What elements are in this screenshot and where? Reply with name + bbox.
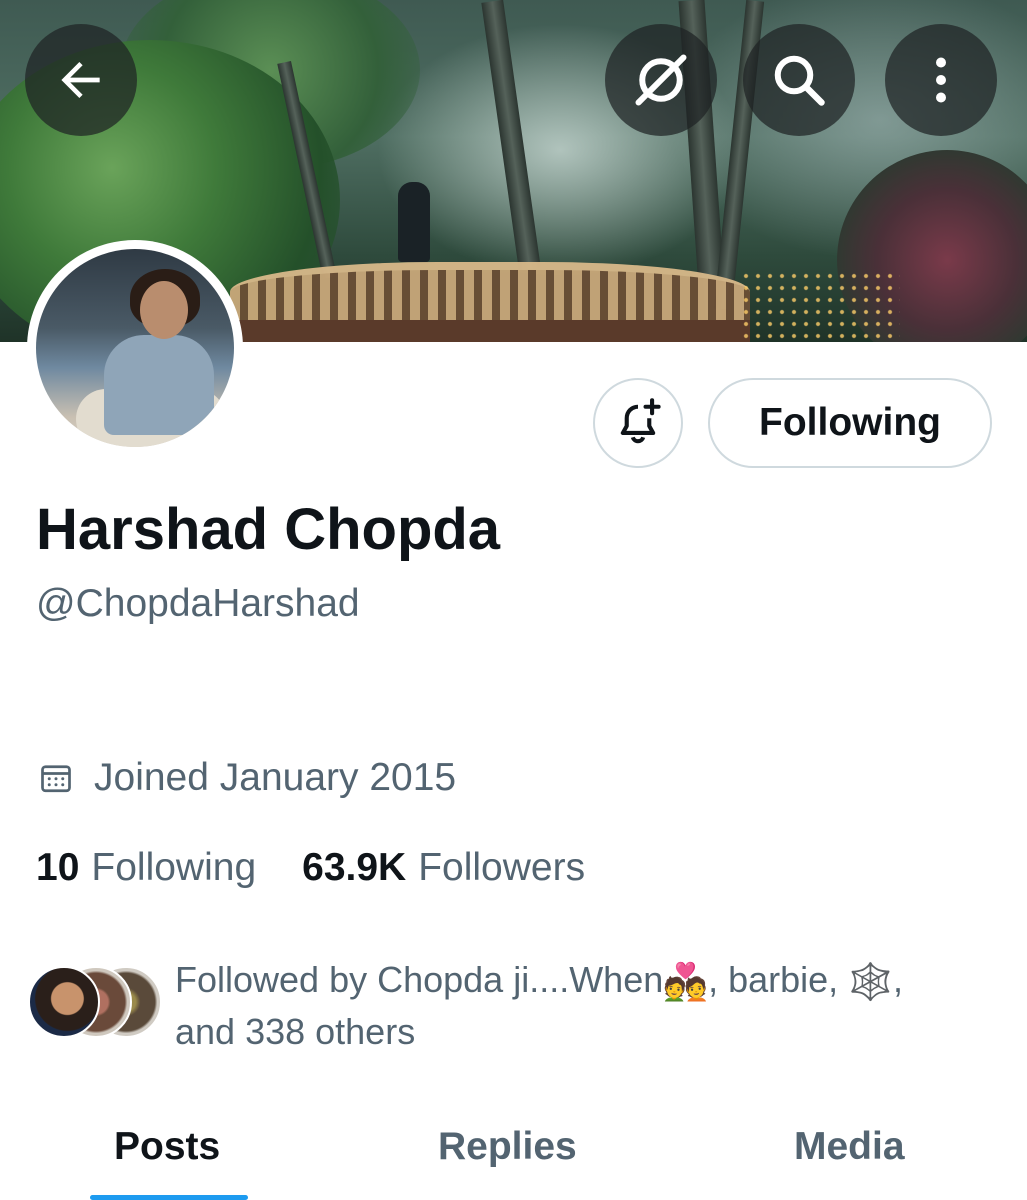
more-vertical-icon	[936, 57, 946, 103]
back-button[interactable]	[25, 24, 137, 136]
followed-by-middle: , barbie,	[708, 959, 849, 1000]
banner-figure	[398, 182, 430, 262]
profile-tabs: Posts Replies Media	[0, 1115, 1027, 1200]
tab-replies[interactable]: Replies	[438, 1125, 577, 1169]
joined-date-row: Joined January 2015	[38, 756, 456, 800]
followers-stat-link[interactable]: 63.9K Followers	[302, 846, 585, 890]
notifications-button[interactable]	[593, 378, 683, 468]
followed-by-prefix: Followed by Chopda ji....When	[175, 959, 664, 1000]
following-stat-link[interactable]: 10 Following	[36, 846, 256, 890]
search-button[interactable]	[743, 24, 855, 136]
following-button[interactable]: Following	[708, 378, 992, 468]
banner-bridge-deck	[230, 320, 750, 342]
display-name: Harshad Chopda	[36, 497, 501, 562]
profile-avatar[interactable]	[27, 240, 243, 456]
arrow-left-icon	[61, 62, 100, 98]
followed-by-text[interactable]: Followed by Chopda ji....When💑, barbie, …	[175, 955, 975, 1057]
followed-by-suffix: ,	[893, 959, 904, 1000]
bell-plus-icon	[620, 398, 661, 444]
followed-by-others: and 338 others	[175, 1011, 416, 1053]
follower-avatar	[28, 966, 100, 1038]
calendar-icon	[41, 765, 71, 793]
more-options-button[interactable]	[885, 24, 997, 136]
avatar-photo	[36, 249, 234, 447]
following-count: 10	[36, 846, 80, 889]
couple-emoji: 💑	[663, 961, 709, 1003]
spider-web-emoji: 🕸️	[848, 961, 893, 1003]
active-tab-indicator	[90, 1195, 248, 1200]
banner-tree-trunk	[481, 0, 541, 271]
joined-date: Joined January 2015	[94, 756, 457, 799]
banner-string-lights	[740, 270, 900, 340]
grok-icon	[635, 54, 687, 106]
tab-media[interactable]: Media	[794, 1125, 905, 1169]
user-handle: @ChopdaHarshad	[36, 582, 360, 625]
followers-label: Followers	[418, 846, 586, 889]
followers-count: 63.9K	[302, 846, 407, 889]
tab-posts[interactable]: Posts	[114, 1125, 220, 1169]
followed-by-avatars[interactable]	[28, 966, 162, 1038]
grok-button[interactable]	[605, 24, 717, 136]
search-icon	[774, 55, 825, 106]
follow-stats: 10 Following 63.9K Followers	[36, 846, 585, 890]
following-label: Following	[91, 846, 257, 889]
